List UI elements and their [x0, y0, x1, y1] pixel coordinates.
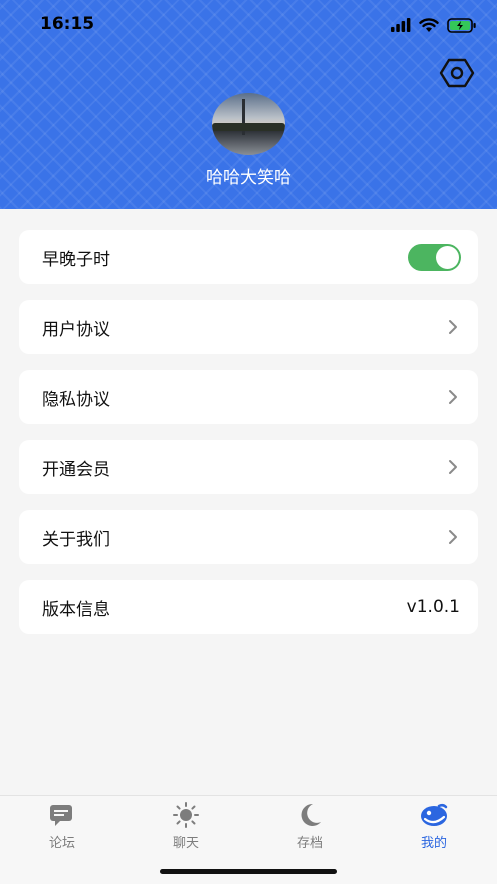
tab-label: 我的 — [420, 836, 447, 851]
avatar[interactable] — [212, 93, 285, 155]
menu-item-label: 开通会员 — [42, 459, 110, 480]
battery-icon — [447, 17, 476, 33]
status-time: 16:15 — [40, 14, 95, 34]
sun-icon — [173, 802, 199, 828]
chevron-right-icon — [449, 460, 457, 474]
forum-icon — [50, 805, 72, 826]
moon-icon — [301, 803, 321, 826]
chevron-right-icon — [449, 320, 457, 334]
tab-label: 论坛 — [48, 836, 75, 851]
menu-item-ziShi: 早晚子时 — [19, 230, 478, 284]
profile-header: 16:15 哈哈大笑哈 — [0, 0, 497, 209]
menu-item-label: 用户协议 — [42, 319, 110, 340]
home-indicator — [160, 869, 337, 874]
menu-item-membership[interactable]: 开通会员 — [19, 440, 478, 494]
menu-item-version-info: 版本信息 v1.0.1 — [19, 580, 478, 634]
menu-item-label: 版本信息 — [42, 599, 110, 620]
chevron-right-icon — [449, 530, 457, 544]
avatar-photo-trees — [212, 123, 285, 131]
tab-label: 聊天 — [172, 836, 199, 851]
chevron-right-icon — [449, 390, 457, 404]
ziShi-toggle[interactable] — [408, 243, 461, 271]
menu-item-label: 关于我们 — [42, 529, 110, 550]
toggle-knob — [436, 245, 459, 269]
menu-item-label: 早晚子时 — [42, 249, 110, 270]
tab-forum[interactable]: 论坛 — [32, 802, 92, 851]
settings-icon[interactable] — [439, 58, 475, 88]
username: 哈哈大笑哈 — [206, 168, 291, 188]
version-value: v1.0.1 — [406, 597, 460, 617]
signal-icon — [391, 18, 411, 32]
tab-label: 存档 — [296, 836, 323, 851]
tab-mine[interactable]: 我的 — [404, 802, 464, 851]
tab-chat[interactable]: 聊天 — [156, 802, 216, 851]
status-icons — [391, 14, 477, 36]
menu-item-label: 隐私协议 — [42, 389, 110, 410]
wifi-icon — [419, 17, 439, 32]
profile-icon — [421, 803, 448, 826]
menu-item-about-us[interactable]: 关于我们 — [19, 510, 478, 564]
tab-archive[interactable]: 存档 — [280, 802, 340, 851]
menu-item-privacy-policy[interactable]: 隐私协议 — [19, 370, 478, 424]
tab-bar: 论坛 聊天 存档 我的 — [0, 795, 497, 884]
menu-item-user-agreement[interactable]: 用户协议 — [19, 300, 478, 354]
